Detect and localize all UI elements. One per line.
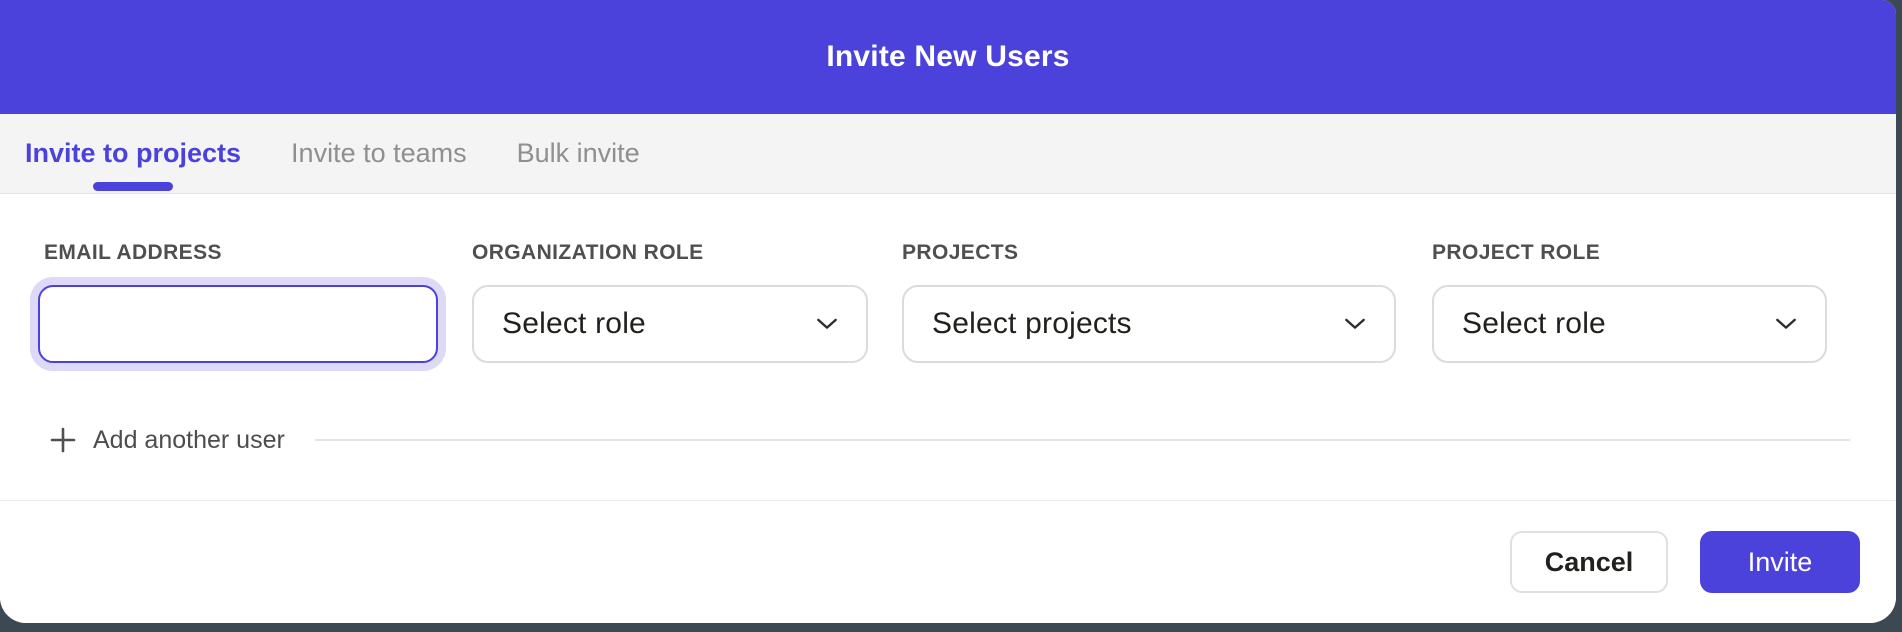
projects-label: PROJECTS — [902, 240, 1396, 266]
tab-bulk-invite[interactable]: Bulk invite — [517, 114, 640, 193]
tab-label: Invite to projects — [25, 138, 241, 169]
email-input[interactable] — [38, 285, 438, 363]
dialog-header: Invite New Users — [0, 0, 1896, 114]
divider-rule — [315, 439, 1850, 441]
active-tab-underline — [93, 182, 173, 191]
tab-bar: Invite to projects Invite to teams Bulk … — [0, 114, 1896, 194]
email-address-label: EMAIL ADDRESS — [44, 240, 452, 266]
projects-value: Select projects — [932, 307, 1132, 341]
invite-button[interactable]: Invite — [1700, 531, 1860, 593]
chevron-down-icon — [816, 317, 838, 331]
cancel-button[interactable]: Cancel — [1510, 531, 1668, 593]
add-another-user-button[interactable]: Add another user — [50, 426, 285, 455]
add-another-user-label: Add another user — [93, 426, 285, 455]
project-role-field-group: PROJECT ROLE Select role — [1432, 240, 1827, 363]
project-role-value: Select role — [1462, 307, 1606, 341]
invite-form: EMAIL ADDRESS ORGANIZATION ROLE Select r… — [0, 194, 1896, 500]
project-role-select[interactable]: Select role — [1432, 285, 1827, 363]
organization-role-field-group: ORGANIZATION ROLE Select role — [472, 240, 868, 363]
organization-role-select[interactable]: Select role — [472, 285, 868, 363]
organization-role-label: ORGANIZATION ROLE — [472, 240, 868, 266]
organization-role-value: Select role — [502, 307, 646, 341]
projects-select[interactable]: Select projects — [902, 285, 1396, 363]
tab-invite-to-teams[interactable]: Invite to teams — [291, 114, 467, 193]
chevron-down-icon — [1344, 317, 1366, 331]
tab-label: Bulk invite — [517, 138, 640, 169]
dialog-footer: Cancel Invite — [0, 500, 1896, 623]
project-role-label: PROJECT ROLE — [1432, 240, 1827, 266]
add-another-user-row: Add another user — [50, 424, 1850, 456]
projects-field-group: PROJECTS Select projects — [902, 240, 1396, 363]
invite-new-users-dialog: Invite New Users Invite to projects Invi… — [0, 0, 1896, 623]
chevron-down-icon — [1775, 317, 1797, 331]
email-field-group: EMAIL ADDRESS — [30, 240, 452, 363]
tab-label: Invite to teams — [291, 138, 467, 169]
dialog-title: Invite New Users — [826, 40, 1069, 74]
plus-icon — [50, 427, 76, 453]
tab-invite-to-projects[interactable]: Invite to projects — [25, 114, 241, 193]
